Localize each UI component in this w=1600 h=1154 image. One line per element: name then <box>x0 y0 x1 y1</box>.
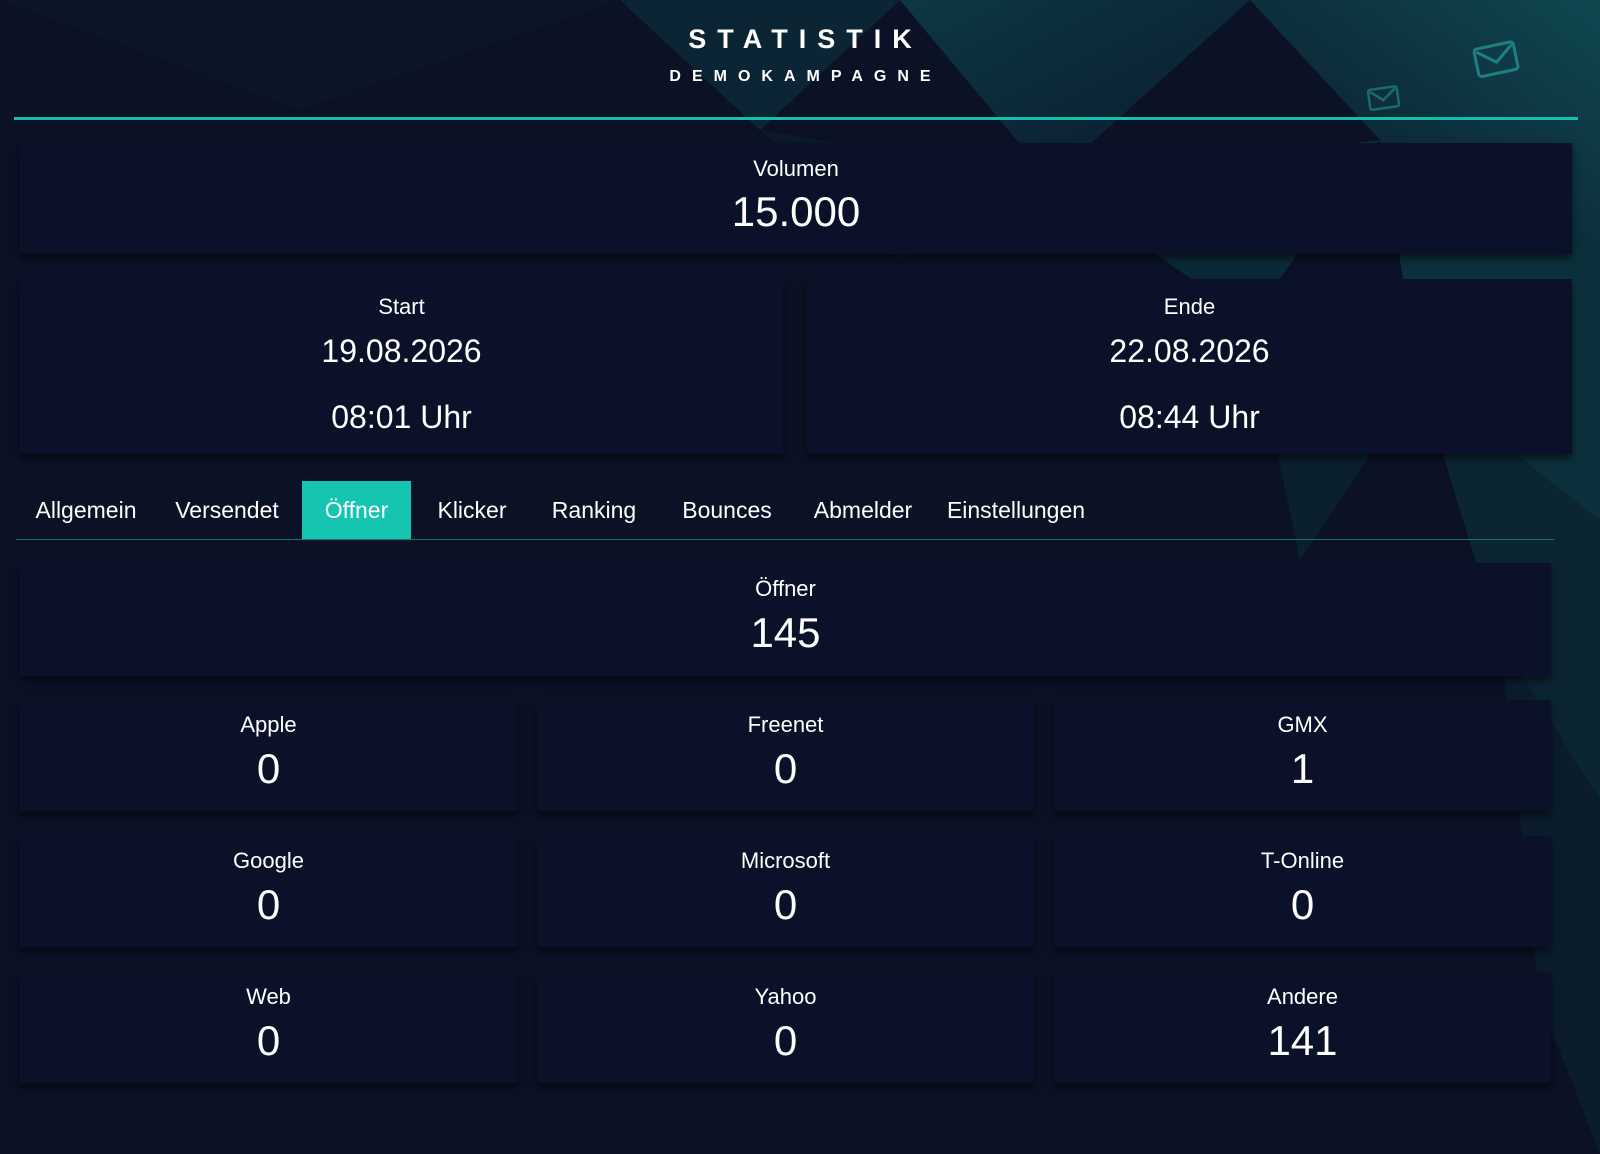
openers-total-card: Öffner 145 <box>20 563 1551 676</box>
openers-total-value: 145 <box>750 609 821 656</box>
start-label: Start <box>378 294 425 319</box>
end-card: Ende 22.08.2026 08:44 Uhr <box>807 279 1572 454</box>
provider-value: 0 <box>773 1017 798 1064</box>
start-date: 19.08.2026 <box>321 333 482 369</box>
provider-value: 0 <box>256 1017 281 1064</box>
header-divider <box>14 117 1578 120</box>
provider-card-apple: Apple 0 <box>20 700 517 811</box>
provider-value: 141 <box>1267 1017 1338 1064</box>
provider-value: 0 <box>256 881 281 928</box>
end-date: 22.08.2026 <box>1109 333 1270 369</box>
tab-ranking[interactable]: Ranking <box>532 481 656 539</box>
openers-total-label: Öffner <box>755 576 816 601</box>
volume-card: Volumen 15.000 <box>20 143 1572 254</box>
provider-label: T-Online <box>1260 848 1345 873</box>
page-header: STATISTIK DEMOKAMPAGNE <box>0 0 1600 118</box>
provider-value: 0 <box>773 745 798 792</box>
end-label: Ende <box>1163 294 1216 319</box>
start-time: 08:01 Uhr <box>331 399 472 435</box>
provider-value: 1 <box>1290 745 1315 792</box>
tab-allgemein[interactable]: Allgemein <box>16 481 156 539</box>
provider-card-google: Google 0 <box>20 836 517 947</box>
tab-abmelder[interactable]: Abmelder <box>798 481 928 539</box>
page-title: STATISTIK <box>688 24 923 54</box>
provider-label: Apple <box>240 712 297 737</box>
tab-einstellungen[interactable]: Einstellungen <box>932 481 1100 539</box>
provider-label: Microsoft <box>740 848 831 873</box>
tab-bounces[interactable]: Bounces <box>660 481 794 539</box>
provider-card-t-online: T-Online 0 <box>1054 836 1551 947</box>
tab-klicker[interactable]: Klicker <box>416 481 528 539</box>
provider-value: 0 <box>1290 881 1315 928</box>
provider-label: Andere <box>1267 984 1338 1009</box>
provider-card-yahoo: Yahoo 0 <box>537 972 1034 1083</box>
provider-card-freenet: Freenet 0 <box>537 700 1034 811</box>
provider-card-andere: Andere 141 <box>1054 972 1551 1083</box>
tab-versendet[interactable]: Versendet <box>156 481 298 539</box>
volume-value: 15.000 <box>731 188 861 235</box>
provider-label: Google <box>233 848 304 873</box>
provider-card-web: Web 0 <box>20 972 517 1083</box>
provider-card-microsoft: Microsoft 0 <box>537 836 1034 947</box>
provider-label: Web <box>246 984 291 1009</box>
end-time: 08:44 Uhr <box>1119 399 1260 435</box>
tab-bar: Allgemein Versendet Öffner Klicker Ranki… <box>16 481 1554 540</box>
statistics-page: STATISTIK DEMOKAMPAGNE Volumen 15.000 St… <box>0 0 1600 1154</box>
provider-label: GMX <box>1277 712 1328 737</box>
campaign-name: DEMOKAMPAGNE <box>669 68 942 85</box>
provider-card-gmx: GMX 1 <box>1054 700 1551 811</box>
volume-label: Volumen <box>753 156 839 181</box>
start-card: Start 19.08.2026 08:01 Uhr <box>20 279 783 454</box>
provider-label: Yahoo <box>754 984 817 1009</box>
provider-label: Freenet <box>747 712 824 737</box>
provider-value: 0 <box>773 881 798 928</box>
provider-value: 0 <box>256 745 281 792</box>
tab-oeffner[interactable]: Öffner <box>302 481 411 539</box>
